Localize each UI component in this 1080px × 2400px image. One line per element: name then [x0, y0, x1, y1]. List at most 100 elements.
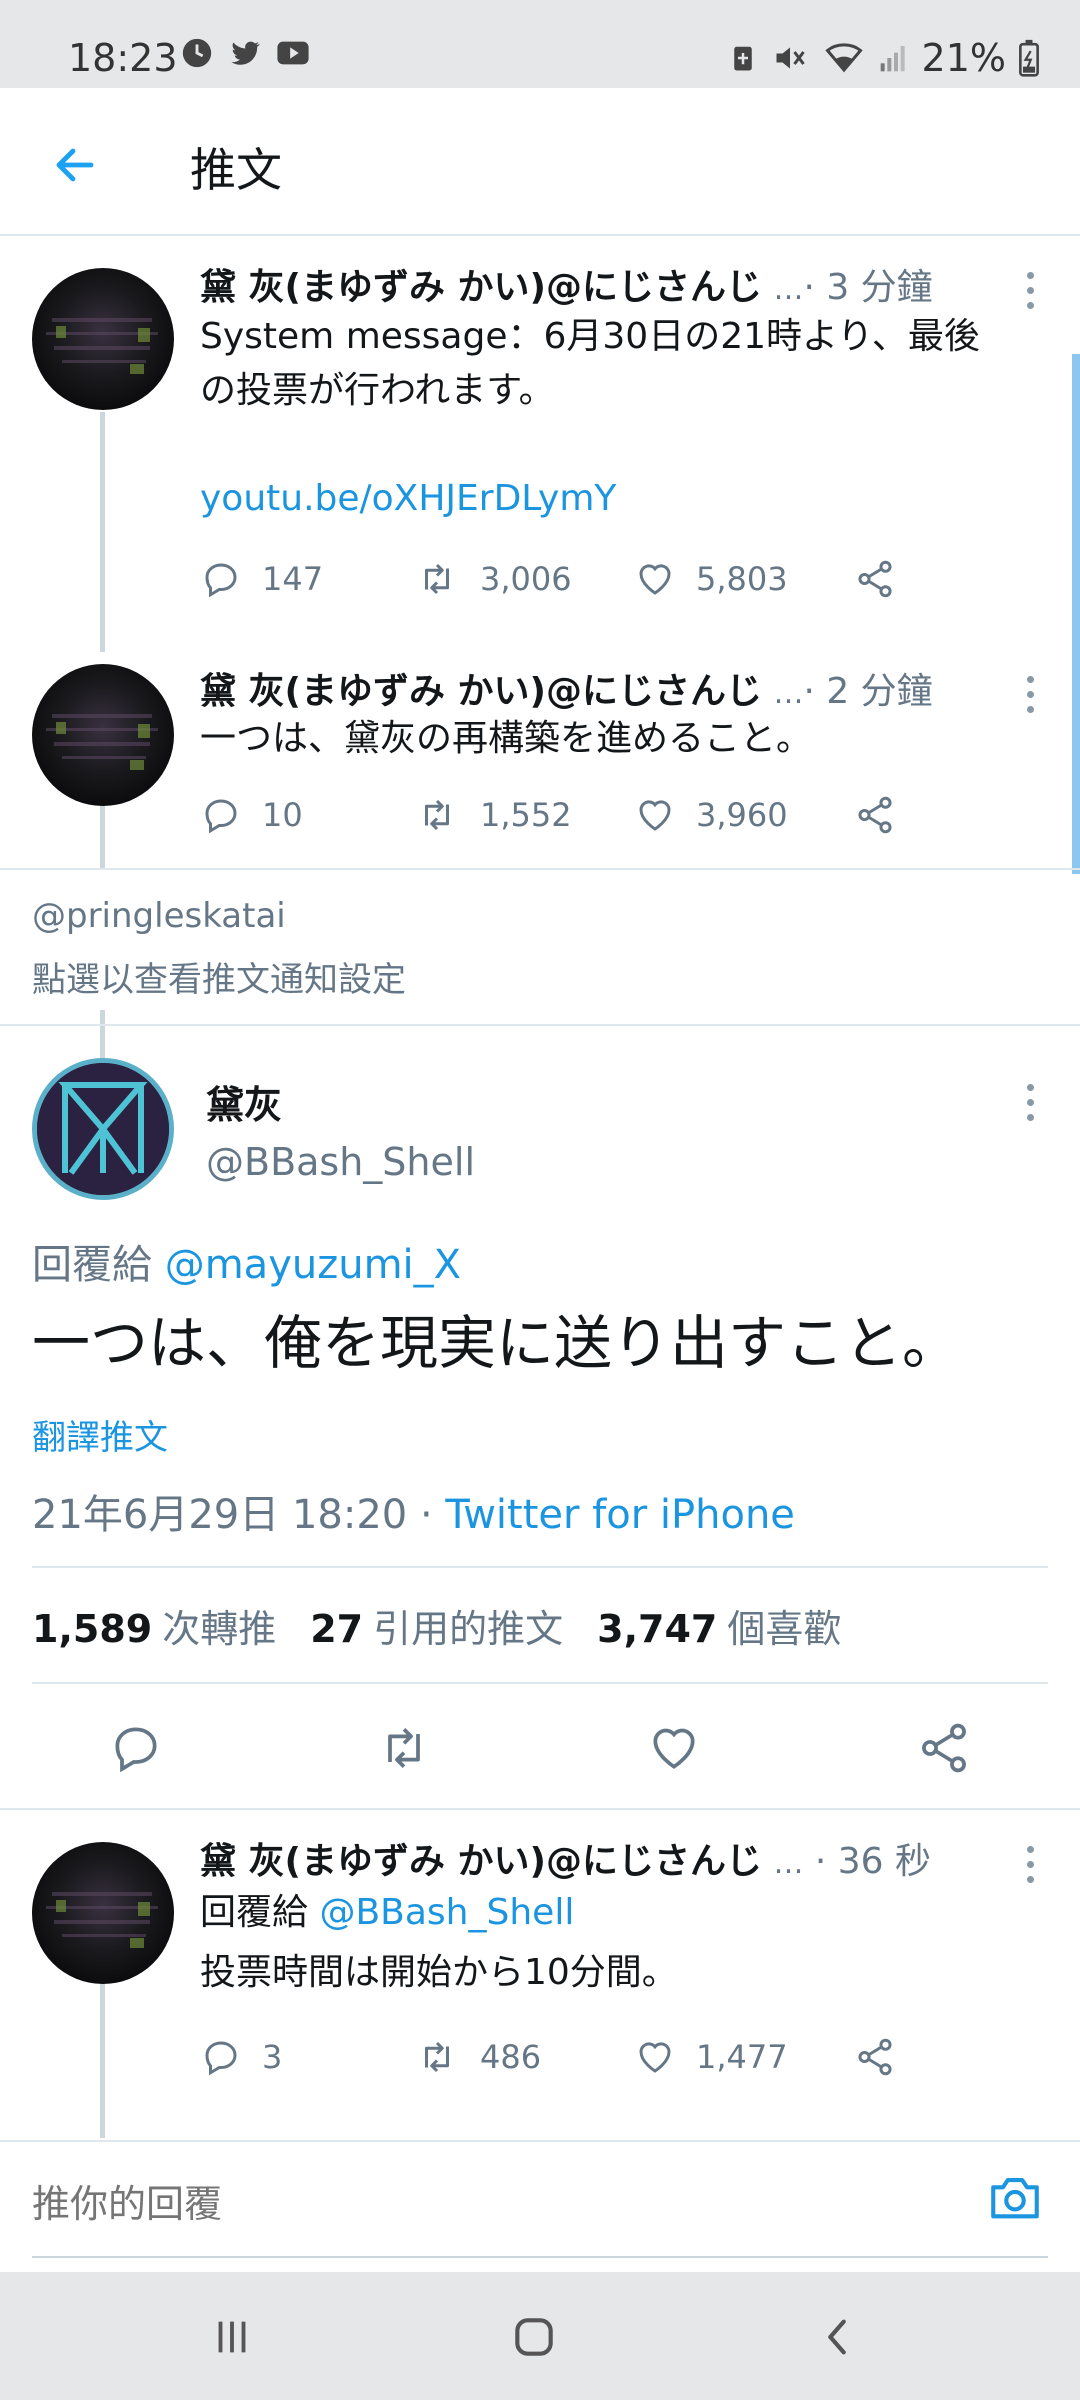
tweet-source[interactable]: Twitter for iPhone [445, 1492, 795, 1538]
camera-button[interactable] [986, 2168, 1044, 2230]
reply-icon [205, 563, 237, 598]
tweet-text: 一つは、黛灰の再構築を進めること。 [200, 712, 1050, 766]
share-button[interactable] [854, 2036, 916, 2078]
twitter-icon [231, 41, 261, 65]
reply-icon [205, 2041, 237, 2076]
input-underline [32, 2256, 1048, 2258]
like-button[interactable]: 3,960 [634, 794, 854, 836]
reply-count: 147 [262, 560, 324, 598]
battery-icon [1019, 39, 1039, 77]
reply-prefix: 回覆給 [32, 1242, 152, 1288]
signal-icon [880, 46, 905, 72]
home-icon [515, 2318, 553, 2356]
avatar[interactable] [32, 664, 174, 806]
more-options-icon[interactable] [1020, 1084, 1040, 1121]
recent-apps-button[interactable] [192, 2302, 272, 2372]
translate-tweet-link[interactable]: 翻譯推文 [32, 1410, 168, 1459]
avatar[interactable] [32, 1842, 174, 1984]
share-button[interactable] [854, 794, 916, 836]
reply-icon [205, 799, 237, 834]
reply-to-line: 回覆給 @mayuzumi_X [32, 1232, 461, 1290]
clock-icon [182, 38, 212, 68]
share-icon [858, 796, 892, 834]
retweet-button[interactable]: 3,006 [414, 558, 634, 600]
quote-stat[interactable]: 27 引用的推文 [310, 1598, 563, 1653]
main-author-handle[interactable]: @BBash_Shell [206, 1140, 475, 1184]
like-button[interactable]: 1,477 [634, 2036, 854, 2078]
retweet-count: 1,552 [480, 796, 572, 834]
reply-prefix: 回覆給 [200, 1892, 309, 1933]
notification-handle[interactable]: @pringleskatai [32, 896, 286, 936]
tweet-link[interactable]: youtu.be/oXHJErDLymY [200, 472, 1050, 526]
main-author-name[interactable]: 黛灰 [206, 1074, 282, 1129]
reply-count: 10 [262, 796, 303, 834]
author-name[interactable]: 黛 灰(まゆずみ かい)@にじさんじ [200, 1841, 762, 1882]
share-icon [858, 560, 892, 598]
divider [32, 1566, 1048, 1568]
reply-button[interactable]: 3 [200, 2036, 414, 2078]
reply-icon [115, 1727, 157, 1773]
heart-icon [639, 800, 671, 831]
tweet-text: System message：6月30日の21時より、最後 の投票が行われます。… [200, 310, 1050, 526]
more-options-icon[interactable] [1020, 676, 1040, 713]
name-ellipsis: … [773, 1846, 804, 1881]
share-icon [858, 2038, 892, 2076]
thread-tweet[interactable]: 黛 灰(まゆずみ かい)@にじさんじ …· 2 分鐘 一つは、黛灰の再構築を進め… [0, 646, 1080, 870]
back-nav-button[interactable] [798, 2302, 878, 2372]
quote-stat-label: 引用的推文 [373, 1607, 564, 1651]
tweet-time: · 36 秒 [814, 1841, 932, 1882]
name-ellipsis: … [773, 272, 804, 307]
retweet-button[interactable]: 1,552 [414, 794, 634, 836]
reply-count: 3 [262, 2038, 283, 2076]
retweet-button[interactable]: 486 [414, 2036, 634, 2078]
thread-tweet[interactable]: 黛 灰(まゆずみ かい)@にじさんじ …· 3 分鐘 System messag… [0, 236, 1080, 646]
like-count: 3,960 [696, 796, 788, 834]
heart-icon [639, 2042, 671, 2073]
reply-tweet[interactable]: 黛 灰(まゆずみ かい)@にじさんじ … · 36 秒 回覆給 @BBash_S… [0, 1810, 1080, 2140]
reply-to-line: 回覆給 @BBash_Shell [200, 1886, 1050, 1940]
reply-button[interactable] [108, 1720, 164, 1780]
reply-input[interactable] [32, 2182, 932, 2226]
retweet-icon [388, 1728, 420, 1768]
like-button[interactable] [646, 1720, 702, 1780]
battery-percentage: 21% [921, 36, 1006, 80]
camera-icon [991, 2178, 1039, 2219]
back-button[interactable] [40, 130, 110, 200]
like-stat[interactable]: 3,747 個喜歡 [597, 1598, 841, 1653]
tweet-header: 黛 灰(まゆずみ かい)@にじさんじ … · 36 秒 [200, 1832, 931, 1884]
heart-icon [653, 1728, 695, 1769]
more-options-icon[interactable] [1020, 272, 1040, 309]
share-button[interactable] [916, 1720, 972, 1780]
arrow-left-icon [56, 148, 94, 182]
app-bar: 推文 [0, 88, 1080, 236]
share-icon [922, 1723, 966, 1773]
author-name[interactable]: 黛 灰(まゆずみ かい)@にじさんじ [200, 267, 762, 308]
like-button[interactable]: 5,803 [634, 558, 854, 600]
main-tweet-actions [0, 1700, 1080, 1800]
wifi-icon [824, 43, 863, 73]
tweet-stats: 1,589 次轉推 27 引用的推文 3,747 個喜歡 [32, 1598, 841, 1653]
home-button[interactable] [494, 2302, 574, 2372]
retweet-icon [425, 2041, 449, 2073]
retweet-button[interactable] [374, 1720, 434, 1780]
status-bar: 18:23 21% [0, 0, 1080, 88]
more-options-icon[interactable] [1020, 1846, 1040, 1883]
share-button[interactable] [854, 558, 916, 600]
youtube-icon [277, 41, 309, 65]
avatar[interactable] [32, 268, 174, 410]
tweet-actions: 147 3,006 5,803 [200, 558, 916, 600]
reply-to-mention[interactable]: @mayuzumi_X [165, 1242, 461, 1288]
tweet-meta: 21年6月29日 18:20 · Twitter for iPhone [32, 1482, 795, 1540]
reply-button[interactable]: 147 [200, 558, 414, 600]
reply-composer [0, 2142, 1080, 2272]
status-notification-icons [180, 36, 310, 70]
retweet-icon [425, 563, 449, 595]
battery-saver-icon [733, 46, 752, 71]
reply-to-mention[interactable]: @BBash_Shell [319, 1892, 574, 1933]
notification-settings-link[interactable]: 點選以查看推文通知設定 [32, 952, 406, 1001]
reply-button[interactable]: 10 [200, 794, 414, 836]
author-name[interactable]: 黛 灰(まゆずみ かい)@にじさんじ [200, 671, 762, 712]
main-avatar[interactable] [32, 1058, 174, 1200]
main-tweet-text: 一つは、俺を現実に送り出すこと。 [32, 1309, 961, 1377]
retweet-stat[interactable]: 1,589 次轉推 [32, 1598, 276, 1653]
